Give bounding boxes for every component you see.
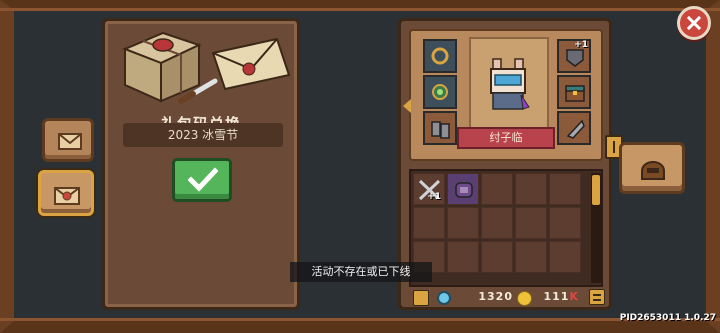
close-icon (687, 16, 701, 30)
equip-slot-boots[interactable] (423, 111, 457, 145)
equip-slot-chest[interactable] (557, 75, 591, 109)
equip-slot-amulet[interactable] (423, 75, 457, 109)
boots-icon (431, 121, 450, 139)
inventory-slot-15[interactable] (549, 241, 581, 273)
coin-count: 111K (531, 290, 579, 303)
equipment-area: +1 纣子临 (403, 29, 623, 161)
inventory-slot-5[interactable] (549, 173, 581, 205)
gem-icon (437, 291, 451, 305)
inventory-slot-7[interactable] (447, 207, 479, 239)
equip-slot-armor[interactable]: +1 (557, 39, 591, 73)
inventory-slot-6[interactable] (413, 207, 445, 239)
drill-weapon-icon (566, 119, 585, 139)
gift-parcel-illustration (122, 31, 291, 104)
mail-icon (58, 133, 82, 150)
scrollbar-thumb[interactable] (592, 175, 600, 205)
amulet-icon (432, 84, 448, 100)
inventory-scrollbar[interactable] (591, 173, 601, 283)
inventory-slot-13[interactable] (481, 241, 513, 273)
close-button[interactable] (677, 6, 711, 40)
ring-icon (431, 47, 449, 65)
gem-count: 1320 (478, 290, 513, 303)
equip-slot-ring[interactable] (423, 39, 457, 73)
tab-mail[interactable] (42, 118, 94, 162)
gift-code-field[interactable]: 2023 冰雪节 (123, 123, 283, 147)
lock-icon[interactable] (413, 290, 429, 306)
collapse-arrow-icon[interactable] (403, 99, 411, 113)
helmet-button[interactable] (619, 142, 685, 194)
inventory-slot-2[interactable] (447, 173, 479, 205)
equip-upgrade-badge: +1 (574, 40, 588, 50)
gift-code-panel: 礼包码兑换 2023 冰雪节 (102, 18, 300, 310)
version-label: PID2653011 1.0.27 (619, 313, 716, 323)
frame-trim-top (0, 8, 720, 11)
confirm-button[interactable] (172, 158, 232, 202)
inventory-slot-12[interactable] (447, 241, 479, 273)
gauntlet-icon (455, 182, 473, 198)
inventory-slot-14[interactable] (515, 241, 547, 273)
coin-icon (517, 291, 532, 306)
frame-trim-bottom (0, 318, 720, 321)
coin-count-suffix: K (569, 290, 579, 303)
currency-bar: 1320 111K (409, 289, 605, 307)
inventory-slot-8[interactable] (481, 207, 513, 239)
character-name-banner: 纣子临 (457, 127, 555, 149)
tab-gift-code[interactable] (38, 170, 94, 216)
inventory-grid: +1 (409, 169, 603, 287)
inventory-slot-1[interactable]: +1 (413, 173, 445, 205)
character-portrait (469, 37, 549, 135)
gift-envelope-icon (54, 187, 80, 205)
equip-slot-weapon[interactable] (557, 111, 591, 145)
inventory-item-badge: +1 (427, 192, 441, 202)
menu-icon[interactable] (589, 289, 605, 305)
inventory-slot-3[interactable] (481, 173, 513, 205)
checkmark-icon (188, 167, 218, 192)
coin-count-number: 111 (543, 290, 570, 303)
helmet-icon (641, 161, 665, 180)
inventory-slot-10[interactable] (549, 207, 581, 239)
hero-sprite-icon (490, 58, 530, 110)
toast-message: 活动不存在或已下线 (290, 262, 432, 282)
treasure-chest-icon (565, 85, 585, 102)
inventory-slot-4[interactable] (515, 173, 547, 205)
inventory-slot-9[interactable] (515, 207, 547, 239)
